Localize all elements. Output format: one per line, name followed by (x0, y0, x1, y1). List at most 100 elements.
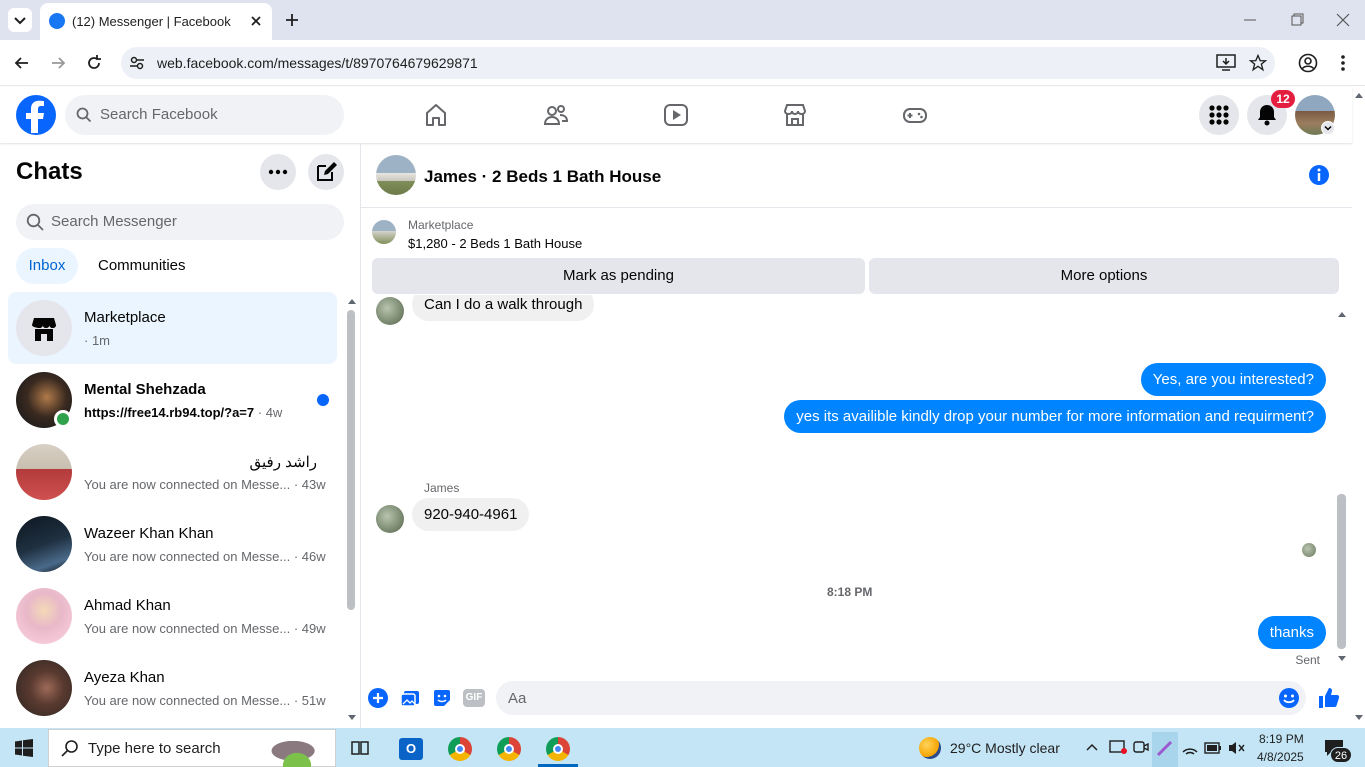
chrome-profile-icon[interactable] (497, 737, 521, 761)
chat-item-ahmad-khan[interactable]: Ahmad Khan You are now connected on Mess… (8, 580, 337, 652)
chat-preview: You are now connected on Messe... · 49w (84, 621, 326, 636)
account-chevron[interactable] (1321, 121, 1335, 135)
shop-icon (32, 318, 56, 341)
site-info-icon[interactable] (128, 54, 146, 72)
avatar (16, 660, 72, 716)
chat-item-rashid-rafiq[interactable]: راشد رفیق You are now connected on Messe… (8, 436, 337, 508)
search-icon (76, 107, 92, 123)
read-receipt-avatar (1302, 543, 1316, 557)
photo-icon[interactable] (400, 688, 420, 708)
scroll-down-arrow-icon[interactable] (347, 714, 357, 722)
scroll-down-arrow-icon[interactable] (1337, 655, 1347, 663)
page-scroll-down-icon[interactable] (1354, 714, 1364, 722)
marketplace-icon[interactable] (782, 102, 808, 128)
task-view-icon[interactable] (350, 738, 370, 758)
browser-menu-icon[interactable] (1335, 53, 1351, 73)
browser-tab[interactable]: (12) Messenger | Facebook (40, 3, 272, 40)
video-icon[interactable] (663, 102, 689, 128)
restore-icon[interactable] (1289, 12, 1305, 28)
wifi-icon[interactable] (1181, 740, 1199, 756)
tab-inbox[interactable]: Inbox (16, 248, 78, 284)
message-list: Can I do a walk through Yes, are you int… (361, 295, 1337, 670)
avatar (16, 444, 72, 500)
more-horizontal-icon (268, 169, 288, 175)
chrome-active-icon[interactable] (546, 737, 570, 761)
conversation-scrollbar[interactable] (1337, 494, 1346, 649)
sticker-icon[interactable] (432, 688, 452, 708)
thumbs-up-icon[interactable] (1317, 686, 1341, 710)
mark-as-pending-button[interactable]: Mark as pending (372, 258, 865, 294)
reload-icon[interactable] (84, 53, 104, 73)
close-tab-icon[interactable] (246, 11, 266, 31)
more-options-button[interactable]: More options (869, 258, 1339, 294)
message-bubble-outgoing[interactable]: thanks (1257, 616, 1326, 649)
chevron-down-icon (1324, 125, 1332, 131)
message-bubble-outgoing[interactable]: yes its availible kindly drop your numbe… (784, 400, 1326, 433)
listing-avatar[interactable] (376, 155, 416, 195)
message-bubble-outgoing[interactable]: Yes, are you interested? (1140, 363, 1326, 396)
gif-icon[interactable]: GIF (463, 689, 485, 707)
chat-item-ayeza-khan[interactable]: Ayeza Khan You are now connected on Mess… (8, 652, 337, 724)
weather-moon-icon[interactable] (919, 737, 941, 759)
facebook-logo[interactable] (16, 95, 56, 135)
chat-item-marketplace[interactable]: Marketplace · 1m (8, 292, 337, 364)
clock-date[interactable]: 4/8/2025 (1257, 750, 1304, 764)
scroll-up-arrow-icon[interactable] (1337, 310, 1347, 318)
friends-icon[interactable] (543, 102, 569, 128)
info-icon[interactable] (1308, 164, 1330, 186)
notification-count-badge: 26 (1330, 747, 1352, 763)
outlook-icon[interactable]: O (399, 738, 423, 760)
chat-item-mental-shehzada[interactable]: Mental Shehzada https://free14.rb94.top/… (8, 364, 337, 436)
install-app-icon[interactable] (1216, 54, 1236, 72)
close-window-icon[interactable] (1335, 12, 1351, 28)
search-highlight-image (258, 731, 336, 767)
chat-name: Ahmad Khan (84, 597, 171, 614)
marketplace-label: Marketplace (408, 218, 474, 232)
chat-name: Ayeza Khan (84, 669, 165, 686)
chrome-icon[interactable] (448, 737, 472, 761)
scroll-up-arrow-icon[interactable] (347, 297, 357, 305)
gaming-icon[interactable] (902, 102, 928, 128)
unread-dot (317, 394, 329, 406)
chevron-up-icon[interactable] (1085, 741, 1099, 753)
listing-title[interactable]: $1,280 - 2 Beds 1 Bath House (408, 236, 582, 251)
back-icon[interactable] (12, 53, 32, 73)
home-icon[interactable] (423, 102, 449, 128)
search-icon (26, 213, 44, 231)
new-message-button[interactable] (308, 154, 344, 190)
forward-icon[interactable] (48, 53, 68, 73)
chat-preview: You are now connected on Messe... · 43w (84, 477, 326, 492)
battery-icon[interactable] (1204, 741, 1222, 755)
listing-thumbnail[interactable] (372, 220, 396, 244)
tab-title: (12) Messenger | Facebook (72, 14, 231, 29)
conversation-title[interactable]: James · 2 Beds 1 Bath House (424, 167, 661, 187)
minimize-icon[interactable] (1242, 12, 1258, 28)
meet-now-icon[interactable] (1109, 739, 1127, 755)
message-input[interactable] (496, 681, 1306, 715)
tab-communities[interactable]: Communities (98, 257, 186, 274)
message-bubble-incoming[interactable]: 920-940-4961 (412, 498, 530, 531)
new-tab-icon[interactable] (282, 10, 302, 30)
profile-icon[interactable] (1298, 53, 1318, 73)
volume-muted-icon[interactable] (1227, 740, 1245, 756)
windows-start-icon[interactable] (15, 739, 33, 757)
facebook-search-placeholder: Search Facebook (100, 106, 218, 123)
sender-avatar (376, 297, 404, 325)
pen-icon[interactable] (1156, 739, 1174, 757)
weather-text[interactable]: 29°C Mostly clear (950, 740, 1060, 756)
menu-button[interactable] (1199, 95, 1239, 135)
camera-icon[interactable] (1133, 739, 1149, 755)
clock-time[interactable]: 8:19 PM (1259, 732, 1304, 746)
bookmark-star-icon[interactable] (1249, 54, 1267, 72)
emoji-icon[interactable] (1278, 687, 1300, 709)
page-scroll-up-icon[interactable] (1354, 91, 1364, 99)
chat-item-wazeer-khan[interactable]: Wazeer Khan Khan You are now connected o… (8, 508, 337, 580)
sidebar-scrollbar[interactable] (347, 310, 355, 610)
chat-options-button[interactable] (260, 154, 296, 190)
chat-name: راشد رفیق (249, 454, 317, 471)
message-input-placeholder: Aa (508, 690, 527, 707)
tab-list-button[interactable] (8, 8, 32, 32)
compose-icon (317, 162, 337, 181)
plus-circle-icon[interactable] (368, 688, 388, 708)
message-bubble-incoming[interactable]: Can I do a walk through (412, 295, 595, 321)
